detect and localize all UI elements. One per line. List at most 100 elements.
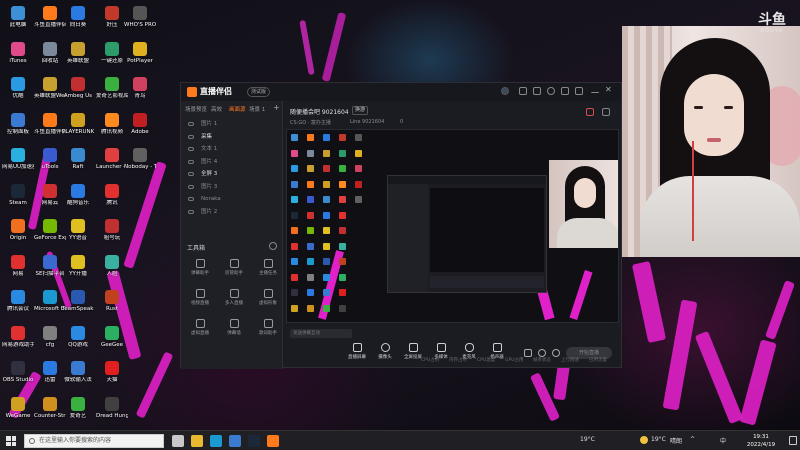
weather-left[interactable]: 19°C xyxy=(580,436,595,443)
notification-icon[interactable] xyxy=(789,436,797,445)
scene-source-item[interactable]: 图片 2 xyxy=(185,207,279,217)
menu-icon[interactable] xyxy=(575,87,583,95)
steam-icon[interactable] xyxy=(248,435,260,447)
desktop-icon[interactable]: PLAYERUNKNOWN'S BATTLEGROUNDS xyxy=(62,112,94,147)
tab-sources[interactable]: 画面源 xyxy=(229,105,246,113)
toolbox-item[interactable]: 多人直播 xyxy=(219,289,249,311)
store-icon[interactable] xyxy=(229,435,241,447)
room-edit-tag[interactable]: 换游 xyxy=(352,106,369,115)
desktop-icon[interactable]: PotPlayer xyxy=(124,41,156,76)
scene-source-item[interactable]: 全屏 3 xyxy=(185,169,279,179)
desktop-icon[interactable]: TeamSpeak 3 xyxy=(62,290,94,324)
stream-preview[interactable] xyxy=(286,129,619,323)
desktop-icon[interactable]: Adobe xyxy=(124,112,156,147)
gift-icon[interactable] xyxy=(586,108,594,116)
desktop-icon[interactable]: Origin xyxy=(2,219,34,253)
scene-source-item[interactable]: 图片 4 xyxy=(185,157,279,167)
danmaku-input[interactable]: 发送弹幕互动 xyxy=(290,329,352,338)
eye-icon[interactable] xyxy=(188,209,194,214)
tab-scene-preview[interactable]: 场景预览 xyxy=(185,105,207,113)
message-icon[interactable] xyxy=(519,87,527,95)
eye-icon[interactable] xyxy=(188,159,194,164)
desktop-icon[interactable]: 网易游戏助手 xyxy=(2,325,34,360)
desktop-icon[interactable]: 爱奇艺 xyxy=(62,396,94,431)
desktop-icon[interactable]: 此电脑 xyxy=(2,6,34,40)
system-clock[interactable]: 19:31 2022/4/19 xyxy=(736,433,786,449)
scene-source-item[interactable]: 文本 1 xyxy=(185,144,279,154)
toolbox-item[interactable]: 主播任务 xyxy=(253,259,283,281)
feedback-icon[interactable] xyxy=(561,87,569,95)
room-category[interactable]: CS:GO · 富办主播 xyxy=(290,119,331,126)
desktop-icon[interactable]: YY语音 xyxy=(62,219,94,253)
windows-start-button[interactable] xyxy=(6,436,16,446)
notice-icon[interactable] xyxy=(533,87,541,95)
tab-scene-1[interactable]: 场景 1 xyxy=(249,105,265,113)
close-icon[interactable]: ✕ xyxy=(605,86,613,94)
share-icon[interactable] xyxy=(602,108,610,116)
desktop-icon[interactable]: 控制面板 xyxy=(2,112,34,147)
scene-source-item[interactable]: 图片 3 xyxy=(185,182,279,192)
desktop-icon[interactable]: Rust xyxy=(96,290,128,324)
desktop-icon[interactable]: Dread Hunger xyxy=(96,396,128,431)
douyu-icon[interactable] xyxy=(267,435,279,447)
eye-icon[interactable] xyxy=(188,172,194,176)
file-explorer-icon[interactable] xyxy=(191,435,203,447)
desktop-icon[interactable]: 腾讯 xyxy=(96,183,128,218)
app-title-bar[interactable]: 直播伴侣 测试版 ✕ xyxy=(181,83,621,101)
desktop-icon[interactable]: Steam xyxy=(2,183,34,218)
taskbar-search-input[interactable]: 在这里输入你要搜索的内容 xyxy=(24,434,164,448)
desktop-icon[interactable]: 租号玩 xyxy=(96,219,128,253)
toolbox-item[interactable]: 视频直播 xyxy=(185,289,215,311)
scene-source-item[interactable]: 采集 xyxy=(185,132,279,142)
desktop-icon[interactable]: WeGame xyxy=(2,396,34,431)
desktop-icon[interactable]: QQ游戏 xyxy=(62,325,94,360)
desktop-icon[interactable]: Raft xyxy=(62,148,94,182)
desktop-icon[interactable]: 酷狗音乐 xyxy=(62,183,94,218)
eye-icon[interactable] xyxy=(188,197,194,201)
desktop-icon[interactable]: 向日葵 xyxy=(62,6,94,40)
toolbox-item[interactable]: 房管助手 xyxy=(219,259,249,281)
toolbox-item[interactable]: 虚拟形象 xyxy=(253,289,283,311)
desktop-icon[interactable]: 英雄联盟 xyxy=(62,41,94,76)
toolbox-item[interactable]: 弹幕墙 xyxy=(219,319,249,341)
eye-icon[interactable] xyxy=(188,184,194,189)
link-icon[interactable] xyxy=(538,349,546,357)
desktop-icon[interactable]: 人脸 xyxy=(96,254,128,289)
scene-source-item[interactable]: Noraka xyxy=(185,194,279,204)
desktop-icon-label: Steam xyxy=(9,199,27,206)
settings-icon[interactable] xyxy=(547,87,555,95)
toolbox-item[interactable]: 弹幕助手 xyxy=(185,259,215,281)
weather-right[interactable]: 19°C xyxy=(651,436,666,443)
input-method-indicator[interactable]: 中 xyxy=(720,436,726,445)
toolbox-item[interactable]: 歌词助手 xyxy=(253,319,283,341)
minimize-icon[interactable] xyxy=(591,92,599,94)
task-view-icon[interactable] xyxy=(172,435,184,447)
eye-icon[interactable] xyxy=(188,122,194,126)
desktop-icon[interactable]: iTunes xyxy=(2,41,34,76)
desktop-icon[interactable]: 青鸟 xyxy=(124,77,156,111)
desktop-icon[interactable]: Ambeg Us xyxy=(62,77,94,111)
desktop-icon[interactable]: OBS Studio xyxy=(2,361,34,395)
toolbox-item[interactable]: 虚拟直播 xyxy=(185,319,215,341)
gear-icon[interactable] xyxy=(552,349,560,357)
record-icon[interactable] xyxy=(524,349,532,357)
desktop-icon[interactable]: 腾讯会议 xyxy=(2,290,34,324)
scene-source-item[interactable]: 图片 1 xyxy=(185,119,279,129)
desktop-icon[interactable]: WHO'S PROFILE CST xyxy=(124,6,156,40)
desktop-icon[interactable]: YY开播 xyxy=(62,254,94,289)
desktop-icon[interactable]: 优酷 xyxy=(2,77,34,111)
tab-efficient[interactable]: 高效 xyxy=(211,105,222,113)
tray-expand-icon[interactable]: ^ xyxy=(690,436,695,443)
desktop-icon[interactable]: 天猫 xyxy=(96,361,128,395)
avatar-icon[interactable] xyxy=(501,87,509,95)
edge-icon[interactable] xyxy=(210,435,222,447)
desktop-icon[interactable]: 网易 xyxy=(2,254,34,289)
eye-icon[interactable] xyxy=(188,147,194,151)
desktop-icon[interactable]: 网易UU加速器 xyxy=(2,148,34,182)
desktop-icon[interactable]: Noboday - The Tur xyxy=(124,148,156,182)
eye-icon[interactable] xyxy=(188,134,194,139)
toolbox-more-icon[interactable] xyxy=(269,242,277,250)
desktop-icon[interactable]: 微软输入法 xyxy=(62,361,94,395)
desktop-icon[interactable]: GeeGee xyxy=(96,325,128,360)
add-scene-button[interactable]: + xyxy=(273,103,280,112)
